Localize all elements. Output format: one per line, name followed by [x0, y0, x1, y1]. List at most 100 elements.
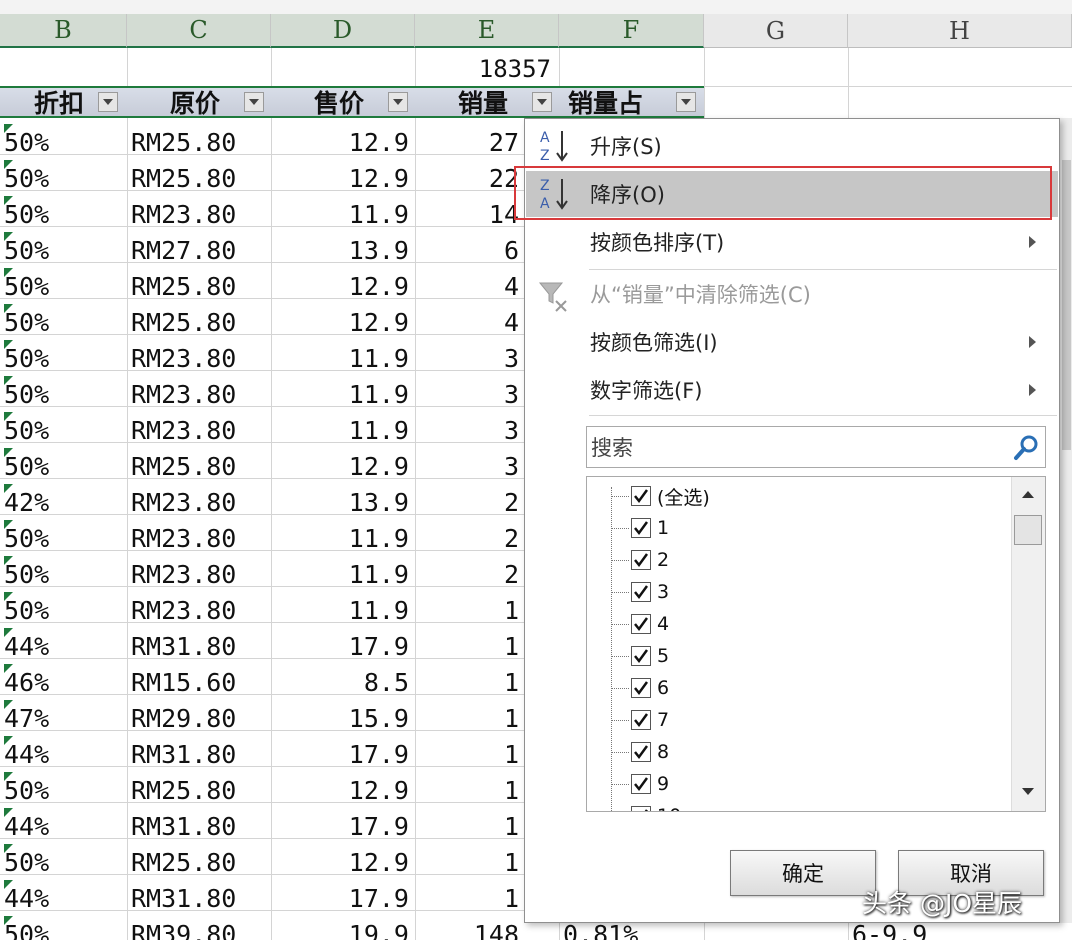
cell-discount[interactable]: 50% — [0, 376, 127, 412]
filter-value-item[interactable]: 7 — [631, 705, 669, 735]
cell-original-price[interactable]: RM39.80 — [127, 916, 271, 940]
checkbox-checked-icon[interactable] — [631, 742, 651, 762]
cell-discount[interactable]: 50% — [0, 304, 127, 340]
cell-discount[interactable]: 50% — [0, 556, 127, 592]
filter-value-item[interactable]: 1 — [631, 513, 669, 543]
cell-original-price[interactable]: RM31.80 — [127, 736, 271, 772]
column-header-f[interactable]: F — [559, 14, 704, 48]
cell-original-price[interactable]: RM23.80 — [127, 376, 271, 412]
cell-original-price[interactable]: RM25.80 — [127, 160, 271, 196]
cell-sale-price[interactable]: 13.9 — [271, 232, 415, 268]
column-header-d[interactable]: D — [271, 14, 415, 48]
cell-sale-price[interactable]: 11.9 — [271, 196, 415, 232]
filter-value-item[interactable]: 2 — [631, 545, 669, 575]
cell-sales[interactable]: 2 — [415, 520, 525, 556]
cell-sales[interactable]: 4 — [415, 304, 525, 340]
cell-original-price[interactable]: RM23.80 — [127, 592, 271, 628]
cell-original-price[interactable]: RM23.80 — [127, 196, 271, 232]
cell-original-price[interactable]: RM27.80 — [127, 232, 271, 268]
select-all-item[interactable]: (全选) — [631, 481, 710, 511]
cell-sales[interactable]: 1 — [415, 628, 525, 664]
cell-sales[interactable]: 1 — [415, 880, 525, 916]
filter-search-input[interactable]: 搜索 — [586, 426, 1046, 468]
sheet-scrollbar-thumb[interactable] — [1062, 160, 1071, 450]
cell-sale-price[interactable]: 11.9 — [271, 412, 415, 448]
cell-sale-price[interactable]: 12.9 — [271, 304, 415, 340]
cell-original-price[interactable]: RM25.80 — [127, 268, 271, 304]
checkbox-checked-icon[interactable] — [631, 550, 651, 570]
cell-sales[interactable]: 148 — [415, 916, 525, 940]
menu-number-filters[interactable]: 数字筛选(F) — [526, 367, 1058, 413]
cell-sale-price[interactable]: 17.9 — [271, 736, 415, 772]
cell-discount[interactable]: 50% — [0, 916, 127, 940]
cell-sales[interactable]: 3 — [415, 448, 525, 484]
header-sales[interactable]: 销量 — [458, 86, 528, 118]
cell-sale-price[interactable]: 12.9 — [271, 448, 415, 484]
cell-sales[interactable]: 1 — [415, 772, 525, 808]
cell-original-price[interactable]: RM25.80 — [127, 844, 271, 880]
cell-original-price[interactable]: RM23.80 — [127, 520, 271, 556]
checkbox-checked-icon[interactable] — [631, 582, 651, 602]
header-sale-price[interactable]: 售价 — [314, 86, 384, 118]
header-original-price[interactable]: 原价 — [170, 86, 240, 118]
cell-original-price[interactable]: RM29.80 — [127, 700, 271, 736]
cell-original-price[interactable]: RM25.80 — [127, 448, 271, 484]
cell-discount[interactable]: 44% — [0, 628, 127, 664]
cell-sales[interactable]: 6 — [415, 232, 525, 268]
cell-sales[interactable]: 27 — [415, 124, 525, 160]
cell-sale-price[interactable]: 13.9 — [271, 484, 415, 520]
cell-discount[interactable]: 44% — [0, 736, 127, 772]
cell-sale-price[interactable]: 17.9 — [271, 628, 415, 664]
cell-discount[interactable]: 50% — [0, 268, 127, 304]
checkbox-checked-icon[interactable] — [631, 486, 651, 506]
cell-sales[interactable]: 1 — [415, 592, 525, 628]
cell-sales[interactable]: 3 — [415, 412, 525, 448]
checkbox-checked-icon[interactable] — [631, 678, 651, 698]
filter-value-item[interactable]: 4 — [631, 609, 669, 639]
header-discount[interactable]: 折扣 — [34, 86, 104, 118]
cell-sales[interactable]: 2 — [415, 556, 525, 592]
cell-sale-price[interactable]: 11.9 — [271, 340, 415, 376]
ok-button[interactable]: 确定 — [730, 850, 876, 896]
cell-discount[interactable]: 44% — [0, 880, 127, 916]
cell-sales[interactable]: 1 — [415, 844, 525, 880]
filter-value-item[interactable]: 9 — [631, 769, 669, 799]
cell-sale-price[interactable]: 8.5 — [271, 664, 415, 700]
cell-sale-price[interactable]: 17.9 — [271, 808, 415, 844]
filter-dropdown-original-price[interactable] — [244, 92, 264, 112]
filter-dropdown-sales[interactable] — [532, 92, 552, 112]
cell-discount[interactable]: 50% — [0, 124, 127, 160]
checkbox-checked-icon[interactable] — [631, 710, 651, 730]
filter-value-item[interactable]: 6 — [631, 673, 669, 703]
list-scrollbar-thumb[interactable] — [1014, 515, 1042, 545]
cell-original-price[interactable]: RM23.80 — [127, 484, 271, 520]
menu-filter-by-color[interactable]: 按颜色筛选(I) — [526, 319, 1058, 365]
cell-discount[interactable]: 50% — [0, 772, 127, 808]
filter-value-item[interactable]: 3 — [631, 577, 669, 607]
cell-sale-price[interactable]: 12.9 — [271, 268, 415, 304]
cell-sales[interactable]: 4 — [415, 268, 525, 304]
cell-sales[interactable]: 1 — [415, 808, 525, 844]
filter-value-item[interactable]: 5 — [631, 641, 669, 671]
cell-original-price[interactable]: RM31.80 — [127, 628, 271, 664]
cell-discount[interactable]: 50% — [0, 196, 127, 232]
cell-sale-price[interactable]: 19.9 — [271, 916, 415, 940]
cell-sale-price[interactable]: 15.9 — [271, 700, 415, 736]
cell-discount[interactable]: 50% — [0, 844, 127, 880]
cell-sales[interactable]: 1 — [415, 736, 525, 772]
cell-original-price[interactable]: RM25.80 — [127, 124, 271, 160]
cell-discount[interactable]: 50% — [0, 340, 127, 376]
filter-dropdown-discount[interactable] — [98, 92, 118, 112]
menu-sort-by-color[interactable]: 按颜色排序(T) — [526, 219, 1058, 265]
cell-sale-price[interactable]: 17.9 — [271, 880, 415, 916]
column-header-e[interactable]: E — [415, 14, 559, 48]
filter-dropdown-sales-share[interactable] — [676, 92, 696, 112]
cell-original-price[interactable]: RM23.80 — [127, 412, 271, 448]
cell-sales[interactable]: 1 — [415, 664, 525, 700]
cell-sale-price[interactable]: 11.9 — [271, 556, 415, 592]
filter-value-item[interactable]: 10 — [631, 801, 681, 811]
column-header-h[interactable]: H — [848, 14, 1072, 48]
cell-sale-price[interactable]: 11.9 — [271, 520, 415, 556]
checkbox-checked-icon[interactable] — [631, 646, 651, 666]
cell-sale-price[interactable]: 11.9 — [271, 592, 415, 628]
